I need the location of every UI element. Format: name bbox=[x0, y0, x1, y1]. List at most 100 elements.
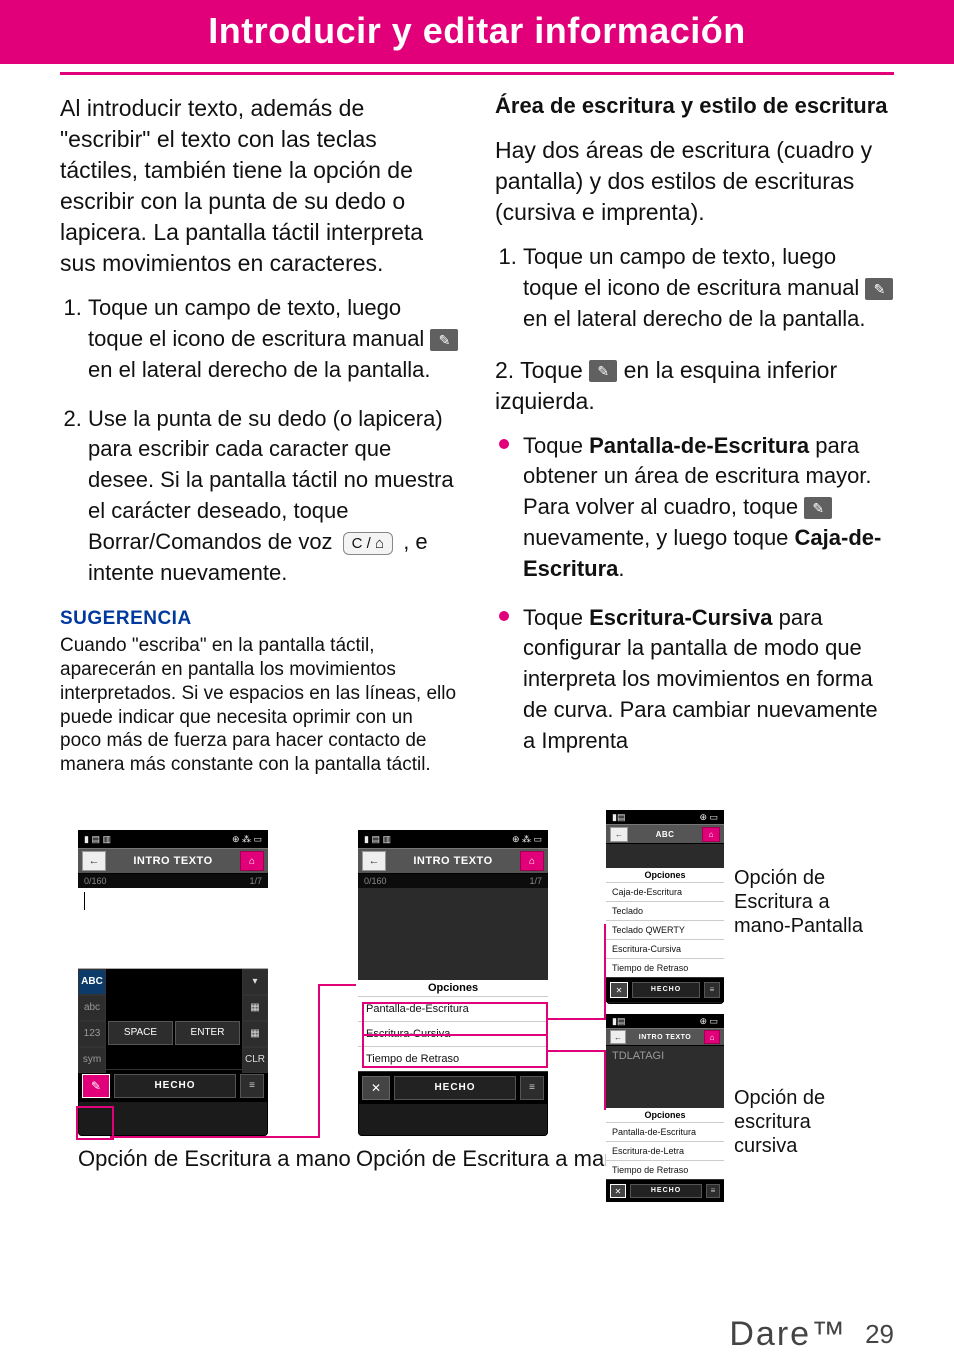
opt-escritura-cursiva[interactable]: Escritura-Cursiva bbox=[606, 939, 724, 958]
connector-line-h2 bbox=[318, 984, 356, 986]
options-button[interactable]: ≡ bbox=[704, 982, 720, 998]
done-row: ✕ HECHO ≡ bbox=[358, 1071, 548, 1104]
opt-teclado[interactable]: Teclado bbox=[606, 901, 724, 920]
tip-body: Cuando "escriba" en la pantalla táctil, … bbox=[60, 634, 459, 777]
mode-abc-upper[interactable]: ABC bbox=[78, 969, 106, 995]
title-bar-intro: ← ABC ⌂ bbox=[606, 824, 724, 844]
home-button[interactable]: ⌂ bbox=[520, 851, 544, 871]
close-button[interactable]: ✕ bbox=[610, 1184, 626, 1198]
mode-sym[interactable]: sym bbox=[78, 1047, 106, 1073]
page-footer: Dare™ 29 bbox=[729, 1315, 894, 1354]
done-row: ✕ HECHO ≡ bbox=[606, 1179, 724, 1202]
close-button[interactable]: ✕ bbox=[610, 982, 628, 998]
right-bullets: Toque Pantalla-de-Escritura para obtener… bbox=[495, 431, 894, 757]
options-list: Pantalla-de-Escritura Escritura-Cursiva … bbox=[358, 996, 548, 1071]
mode-123[interactable]: 123 bbox=[78, 1021, 106, 1047]
caption-1: Opción de Escritura a mano bbox=[78, 1146, 351, 1172]
brand-logo: Dare™ bbox=[729, 1315, 847, 1354]
opt-escritura-letra[interactable]: Escritura-de-Letra bbox=[606, 1141, 724, 1160]
count-bar: 0/160 1/7 bbox=[358, 874, 548, 888]
right-p1: Hay dos áreas de escritura (cuadro y pan… bbox=[495, 135, 894, 228]
opt-tiempo-retraso[interactable]: Tiempo de Retraso bbox=[606, 1160, 724, 1179]
back-button[interactable]: ← bbox=[82, 851, 106, 871]
clr-key-icon: C / ⌂ bbox=[343, 532, 393, 555]
close-button[interactable]: ✕ bbox=[362, 1076, 390, 1100]
done-row: ✕ HECHO ≡ bbox=[606, 977, 724, 1002]
right-step-1: Toque un campo de texto, luego toque el … bbox=[523, 242, 894, 334]
title-bar-intro: ← INTRO TEXTO ⌂ bbox=[358, 848, 548, 874]
options-menu: Opciones Pantalla-de-Escritura Escritura… bbox=[358, 980, 548, 1071]
options-menu: Opciones Caja-de-Escritura Teclado Tecla… bbox=[606, 868, 724, 977]
hecho-button[interactable]: HECHO bbox=[114, 1074, 236, 1098]
opt-tiempo-retraso[interactable]: Tiempo de Retraso bbox=[358, 1046, 548, 1071]
opt-tiempo-retraso[interactable]: Tiempo de Retraso bbox=[606, 958, 724, 977]
options-button[interactable]: ≡ bbox=[520, 1076, 544, 1100]
intro-texto-label: INTRO TEXTO bbox=[413, 855, 492, 867]
grid-key-1[interactable]: ▦ bbox=[242, 995, 268, 1021]
right-column: Área de escritura y estilo de escritura … bbox=[495, 93, 894, 777]
text-cursor bbox=[84, 892, 85, 910]
pen-button[interactable]: ✎ bbox=[82, 1074, 110, 1098]
phone-screenshot-2: ▮ ▤ ▥⊕ ⁂ ▭ ← INTRO TEXTO ⌂ 0/160 1/7 Opc… bbox=[358, 830, 548, 1136]
connector-r1 bbox=[546, 1018, 604, 1020]
back-button[interactable]: ← bbox=[610, 1030, 626, 1044]
hecho-button[interactable]: HECHO bbox=[632, 982, 700, 998]
text-input-area[interactable] bbox=[78, 888, 268, 969]
back-button[interactable]: ← bbox=[362, 851, 386, 871]
phone-screenshot-4: ▮▤⊕ ▭ ← INTRO TEXTO ⌂ TDLATAGI Opciones … bbox=[606, 1014, 724, 1186]
pen-icon: ✎ bbox=[865, 278, 893, 300]
text-input-dimmed bbox=[358, 888, 548, 980]
intro-paragraph: Al introducir texto, además de "escribir… bbox=[60, 93, 459, 279]
title-bar-intro: ← INTRO TEXTO ⌂ bbox=[606, 1028, 724, 1046]
pen-icon: ✎ bbox=[589, 360, 617, 382]
page-title: Introducir y editar información bbox=[208, 10, 746, 51]
options-button[interactable]: ≡ bbox=[706, 1184, 720, 1198]
left-step-1: Toque un campo de texto, luego toque el … bbox=[88, 293, 459, 385]
home-button[interactable]: ⌂ bbox=[240, 851, 264, 871]
mode-abc-lower[interactable]: abc bbox=[78, 995, 106, 1021]
back-button[interactable]: ← bbox=[610, 827, 628, 842]
figures-area: ▮ ▤ ▥⊕ ⁂ ▭ ← INTRO TEXTO ⌂ 0/160 1/7 ABC… bbox=[60, 830, 894, 1250]
left-column: Al introducir texto, además de "escribir… bbox=[60, 93, 459, 777]
space-key[interactable]: SPACE bbox=[108, 1021, 173, 1045]
connector-line-v bbox=[318, 984, 320, 1138]
tip-title: SUGERENCIA bbox=[60, 608, 459, 630]
opt-teclado-qwerty[interactable]: Teclado QWERTY bbox=[606, 920, 724, 939]
bullet-cursiva: Toque Escritura-Cursiva para configurar … bbox=[495, 603, 894, 757]
connector-r2 bbox=[546, 1050, 604, 1052]
phone-screenshot-1: ▮ ▤ ▥⊕ ⁂ ▭ ← INTRO TEXTO ⌂ 0/160 1/7 ABC… bbox=[78, 830, 268, 1136]
done-row: ✎ HECHO ≡ bbox=[78, 1069, 268, 1102]
manual-page: { "title": "Introducir y editar informac… bbox=[0, 0, 954, 1372]
handwriting-area[interactable]: TDLATAGI bbox=[606, 1046, 724, 1108]
status-bar: ▮▤⊕ ▭ bbox=[606, 1014, 724, 1028]
options-header: Opciones bbox=[606, 1108, 724, 1122]
enter-key[interactable]: ENTER bbox=[175, 1021, 240, 1045]
home-button[interactable]: ⌂ bbox=[704, 1030, 720, 1044]
hecho-button[interactable]: HECHO bbox=[630, 1184, 702, 1198]
side-label-2: Opción de escritura cursiva bbox=[734, 1086, 874, 1158]
options-list: Caja-de-Escritura Teclado Teclado QWERTY… bbox=[606, 882, 724, 977]
keyboard-section: ABC abc 123 sym ▾ ▦ ▦ CLR SPACE ENTER bbox=[78, 969, 268, 1069]
right-steps: Toque un campo de texto, luego toque el … bbox=[495, 242, 894, 334]
pen-icon: ✎ bbox=[430, 329, 458, 351]
right-key-column: ▾ ▦ ▦ CLR bbox=[242, 969, 268, 1073]
opt-caja-escritura[interactable]: Caja-de-Escritura bbox=[606, 882, 724, 901]
arrow-down-key[interactable]: ▾ bbox=[242, 969, 268, 995]
right-step-2: 2. Toque ✎ en la esquina inferior izquie… bbox=[495, 355, 894, 417]
phone-screenshot-3: ▮▤⊕ ▭ ← ABC ⌂ Opciones Caja-de-Escritura… bbox=[606, 810, 724, 1004]
clr-key[interactable]: CLR bbox=[242, 1047, 268, 1073]
opt-pantalla-escritura[interactable]: Pantalla-de-Escritura bbox=[358, 996, 548, 1021]
opt-escritura-cursiva[interactable]: Escritura-Cursiva bbox=[358, 1021, 548, 1046]
pen-icon: ✎ bbox=[804, 497, 832, 519]
space-enter-row: SPACE ENTER bbox=[108, 1021, 240, 1045]
status-bar: ▮ ▤ ▥⊕ ⁂ ▭ bbox=[78, 830, 268, 848]
grid-key-2[interactable]: ▦ bbox=[242, 1021, 268, 1047]
opt-pantalla-escritura[interactable]: Pantalla-de-Escritura bbox=[606, 1122, 724, 1141]
options-header: Opciones bbox=[358, 980, 548, 996]
options-list: Pantalla-de-Escritura Escritura-de-Letra… bbox=[606, 1122, 724, 1179]
hecho-button[interactable]: HECHO bbox=[394, 1076, 516, 1100]
right-heading: Área de escritura y estilo de escritura bbox=[495, 93, 894, 119]
home-button[interactable]: ⌂ bbox=[702, 827, 720, 842]
options-button[interactable]: ≡ bbox=[240, 1074, 264, 1098]
left-step-2: Use la punta de su dedo (o lapicera) par… bbox=[88, 404, 459, 589]
